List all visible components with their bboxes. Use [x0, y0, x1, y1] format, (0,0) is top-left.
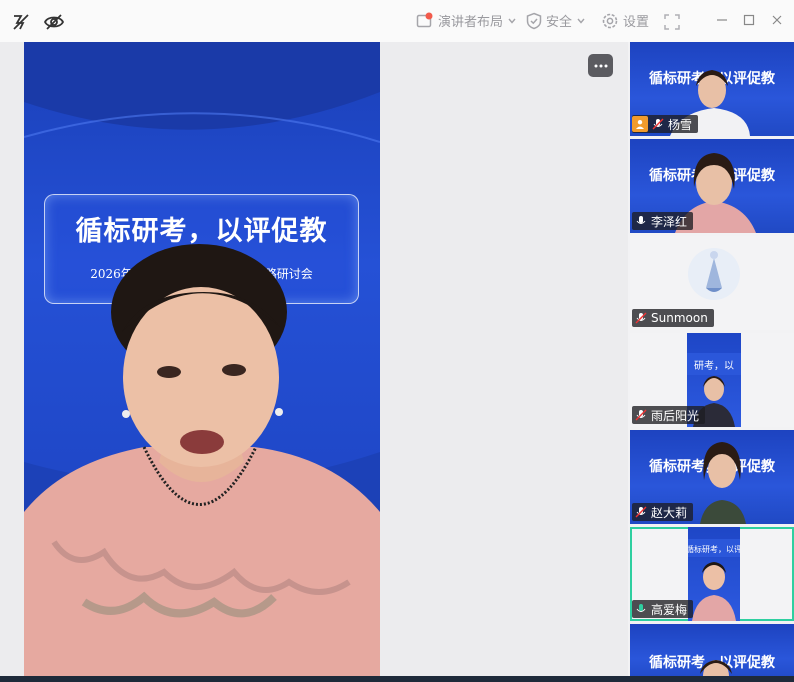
svg-text:循标研考，以评: 循标研考，以评 — [688, 544, 740, 554]
more-dots-icon — [594, 64, 607, 67]
mic-muted-icon — [635, 506, 647, 518]
participant-tile[interactable]: Sunmoon — [630, 236, 794, 330]
mic-muted-icon — [635, 409, 647, 421]
participant-name-tag: Sunmoon — [632, 309, 714, 327]
participant-name: 雨后阳光 — [651, 408, 700, 423]
more-options-button[interactable] — [588, 54, 613, 77]
participant-tile[interactable]: 循标研考，以评促教 杨雪 — [630, 42, 794, 136]
participant-name-tag: 杨雪 — [632, 115, 699, 133]
gear-icon — [602, 13, 618, 28]
participant-tile[interactable]: 研考，以 雨后阳光 — [630, 333, 794, 427]
security-menu[interactable]: 安全 — [526, 11, 586, 30]
mute-all-icon[interactable] — [11, 12, 31, 32]
fullscreen-icon[interactable] — [664, 14, 680, 30]
chevron-down-icon — [508, 18, 516, 24]
mic-active-icon — [636, 604, 646, 612]
svg-text:研考，以: 研考，以 — [694, 360, 734, 372]
chevron-down-icon — [577, 18, 585, 24]
settings-button[interactable]: 设置 — [601, 11, 649, 30]
participant-tile[interactable]: 循标研考，以评促教 — [630, 624, 794, 682]
layout-label: 演讲者布局 — [438, 15, 504, 30]
participant-name: Sunmoon — [651, 311, 708, 325]
close-button[interactable] — [769, 12, 785, 28]
main-stage: 循标研考，以评促教 2026年中考英语……课堂教学策略研讨会 — [0, 42, 628, 682]
participant-tile[interactable]: 循标研考，以评促教 李泽红 — [630, 139, 794, 233]
layout-menu[interactable]: 演讲者布局 — [416, 11, 517, 30]
host-icon — [632, 116, 648, 132]
participant-gallery: 循标研考，以评促教 杨雪 循标研考，以评促教 李泽红 — [628, 42, 794, 682]
participant-video — [700, 660, 732, 682]
participant-tile[interactable]: 循标研考，以评促教 赵大莉 — [630, 430, 794, 524]
security-label: 安全 — [546, 15, 573, 30]
participant-tile-active[interactable]: 循标研考，以评 高爱梅 — [630, 527, 794, 621]
participant-name: 高爱梅 — [651, 602, 688, 617]
minimize-button[interactable] — [714, 12, 730, 28]
participant-name-tag: 高爱梅 — [632, 600, 694, 618]
active-speaker-video[interactable]: 循标研考，以评促教 2026年中考英语……课堂教学策略研讨会 — [24, 42, 380, 676]
participant-name-tag: 雨后阳光 — [632, 406, 706, 424]
participant-name: 赵大莉 — [651, 505, 688, 520]
layout-icon — [416, 12, 433, 27]
participant-name: 李泽红 — [651, 214, 688, 229]
presenter-figure — [24, 244, 380, 676]
settings-label: 设置 — [623, 15, 650, 30]
mic-muted-icon — [635, 312, 647, 324]
top-toolbar: 演讲者布局 安全 设置 — [0, 0, 794, 43]
mic-muted-icon — [652, 118, 664, 130]
hide-video-icon[interactable] — [43, 12, 65, 32]
maximize-button[interactable] — [741, 12, 757, 28]
shield-icon — [526, 12, 542, 29]
participant-video: 循标研考，以评 — [688, 527, 740, 621]
bottom-edge — [0, 676, 794, 682]
participant-name: 杨雪 — [668, 117, 693, 132]
mic-icon — [636, 216, 646, 224]
participant-name-tag: 赵大莉 — [632, 503, 694, 521]
participant-name-tag: 李泽红 — [632, 212, 694, 230]
